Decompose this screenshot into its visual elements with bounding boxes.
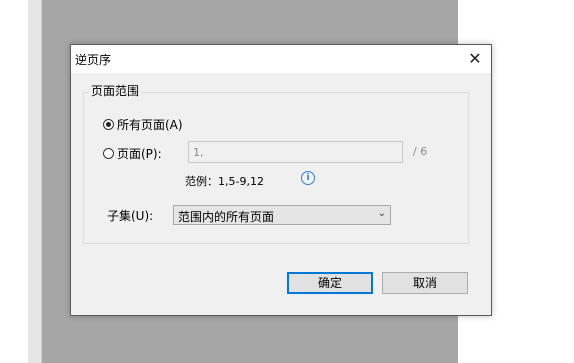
cancel-button[interactable]: 取消 [382, 272, 468, 294]
page-total: / 6 [413, 145, 428, 158]
close-icon[interactable]: ✕ [465, 49, 485, 69]
radio-unselected-icon[interactable] [103, 148, 114, 159]
pages-range-input[interactable] [188, 141, 403, 163]
dialog-title: 逆页序 [75, 53, 112, 67]
radio-selected-icon[interactable] [103, 119, 114, 130]
subset-selected-value: 范围内的所有页面 [178, 210, 275, 224]
info-icon[interactable]: i [301, 171, 315, 185]
reverse-page-order-dialog: 逆页序 ✕ 页面范围 所有页面(A) 页面(P): / 6 范例：1,5-9,1… [70, 44, 492, 316]
subset-label: 子集(U): [107, 209, 154, 223]
dialog-titlebar: 逆页序 ✕ [71, 45, 491, 73]
pages-radio[interactable]: 页面(P): [103, 145, 162, 162]
ok-button[interactable]: 确定 [287, 272, 373, 294]
example-hint: 范例：1,5-9,12 [185, 175, 264, 188]
chevron-down-icon: ⌄ [377, 208, 386, 219]
all-pages-label: 所有页面(A) [117, 118, 183, 132]
pages-label: 页面(P): [117, 147, 162, 161]
background-left-area [0, 0, 28, 363]
background-side-strip [28, 0, 42, 363]
all-pages-radio[interactable]: 所有页面(A) [103, 116, 183, 133]
page-range-group-label: 页面范围 [89, 82, 142, 99]
subset-select[interactable]: 范围内的所有页面 ⌄ [173, 205, 391, 225]
